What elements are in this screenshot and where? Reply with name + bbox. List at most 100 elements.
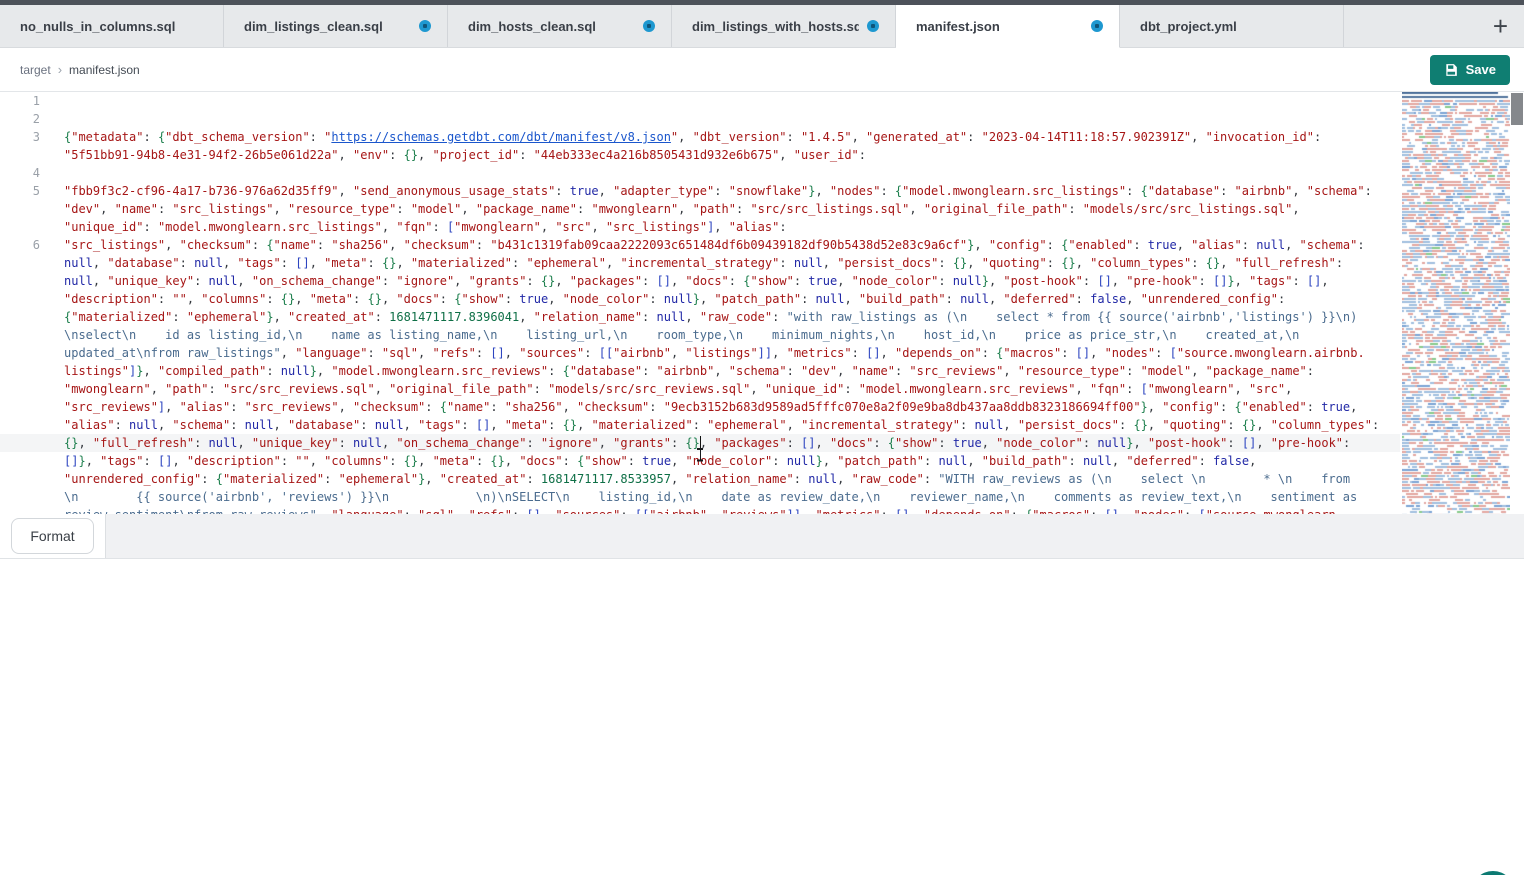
code-line[interactable]: 1 xyxy=(0,92,1400,110)
line-number xyxy=(0,308,40,326)
code-line[interactable]: "src_reviews"], "alias": "src_reviews", … xyxy=(0,398,1400,416)
line-number xyxy=(0,254,40,272)
code-line-text: \n {{ source('airbnb', 'reviews') }}\n \… xyxy=(40,488,1357,506)
unsaved-indicator-icon xyxy=(643,20,655,32)
code-line[interactable]: "unique_id": "model.mwonglearn.src_listi… xyxy=(0,218,1400,236)
line-number xyxy=(0,452,40,470)
code-line[interactable]: []}, "tags": [], "description": "", "col… xyxy=(0,452,1400,470)
code-line[interactable]: 4 xyxy=(0,164,1400,182)
line-number xyxy=(0,218,40,236)
format-cell: Format xyxy=(0,514,106,558)
line-number: 2 xyxy=(0,110,40,128)
code-line[interactable]: "alias": null, "schema": null, "database… xyxy=(0,416,1400,434)
code-line-text: "fbb9f3c2-cf96-4a17-b736-976a62d35ff9", … xyxy=(40,182,1372,200)
code-line[interactable]: {"materialized": "ephemeral"}, "created_… xyxy=(0,308,1400,326)
line-number xyxy=(0,416,40,434)
line-number xyxy=(0,380,40,398)
line-number xyxy=(0,344,40,362)
code-line-text: updated_at\nfrom raw_listings", "languag… xyxy=(40,344,1365,362)
unsaved-indicator-icon xyxy=(1091,20,1103,32)
code-line-text: "alias": null, "schema": null, "database… xyxy=(40,416,1379,434)
line-number xyxy=(0,506,40,514)
format-button[interactable]: Format xyxy=(11,518,93,554)
code-line[interactable]: "dev", "name": "src_listings", "resource… xyxy=(0,200,1400,218)
new-tab-button[interactable]: + xyxy=(1477,5,1524,47)
minimap[interactable] xyxy=(1402,92,1510,514)
code-line[interactable]: "5f51bb91-94b8-4e31-94f2-26b5e061d22a", … xyxy=(0,146,1400,164)
tab-dim_listings_clean-sql[interactable]: dim_listings_clean.sql xyxy=(224,5,448,47)
code-line[interactable]: updated_at\nfrom raw_listings", "languag… xyxy=(0,344,1400,362)
code-line-text: "src_listings", "checksum": {"name": "sh… xyxy=(40,236,1365,254)
line-number xyxy=(0,470,40,488)
code-line[interactable]: 5"fbb9f3c2-cf96-4a17-b736-976a62d35ff9",… xyxy=(0,182,1400,200)
scrollbar-thumb[interactable] xyxy=(1511,93,1523,125)
line-number xyxy=(0,200,40,218)
breadcrumb-folder: target xyxy=(20,63,51,77)
code-line[interactable]: \n {{ source('airbnb', 'reviews') }}\n \… xyxy=(0,488,1400,506)
code-line[interactable]: "unrendered_config": {"materialized": "e… xyxy=(0,470,1400,488)
save-button-label: Save xyxy=(1466,62,1496,77)
save-button[interactable]: Save xyxy=(1430,55,1510,85)
line-number: 1 xyxy=(0,92,40,110)
line-number: 6 xyxy=(0,236,40,254)
line-number: 4 xyxy=(0,164,40,182)
unsaved-indicator-icon xyxy=(867,20,879,32)
results-panel xyxy=(0,559,1524,875)
unsaved-indicator-icon xyxy=(419,20,431,32)
tab-no_nulls_in_columns-sql[interactable]: no_nulls_in_columns.sql xyxy=(0,5,224,47)
code-line-text: "description": "", "columns": {}, "meta"… xyxy=(40,290,1285,308)
code-line[interactable]: "mwonglearn", "path": "src/src_reviews.s… xyxy=(0,380,1400,398)
code-line-text xyxy=(40,164,64,182)
tab-bar: no_nulls_in_columns.sql dim_listings_clea… xyxy=(0,5,1524,48)
line-number xyxy=(0,362,40,380)
code-line-text: {"materialized": "ephemeral"}, "created_… xyxy=(40,308,1357,326)
code-line-text: null, "database": null, "tags": [], "met… xyxy=(40,254,1343,272)
line-number xyxy=(0,290,40,308)
code-line-text: \nselect\n id as listing_id,\n name as l… xyxy=(40,326,1299,344)
tab-dim_hosts_clean-sql[interactable]: dim_hosts_clean.sql xyxy=(448,5,672,47)
help-fab-button[interactable] xyxy=(1471,871,1515,875)
code-line-text: "5f51bb91-94b8-4e31-94f2-26b5e061d22a", … xyxy=(40,146,866,164)
editor-footer-bar: Format xyxy=(0,514,1524,559)
code-line-text: review_sentiment\nfrom raw_reviews", "la… xyxy=(40,506,1343,514)
breadcrumb-file: manifest.json xyxy=(69,63,140,77)
tab-dbt_project-yml[interactable]: dbt_project.yml xyxy=(1120,5,1344,47)
tab-label: dbt_project.yml xyxy=(1140,19,1327,34)
code-line-text xyxy=(40,110,64,128)
tab-label: no_nulls_in_columns.sql xyxy=(20,19,207,34)
breadcrumb: target › manifest.json xyxy=(20,62,140,77)
text-caret xyxy=(700,436,702,451)
tab-bar-filler xyxy=(1344,5,1477,47)
code-line[interactable]: null, "database": null, "tags": [], "met… xyxy=(0,254,1400,272)
code-line-text: "dev", "name": "src_listings", "resource… xyxy=(40,200,1300,218)
tab-label: dim_listings_with_hosts.sql xyxy=(692,19,859,34)
code-line[interactable]: review_sentiment\nfrom raw_reviews", "la… xyxy=(0,506,1400,514)
line-number xyxy=(0,146,40,164)
code-line-text: {"metadata": {"dbt_schema_version": "htt… xyxy=(40,128,1321,146)
code-line[interactable]: 6"src_listings", "checksum": {"name": "s… xyxy=(0,236,1400,254)
file-header-bar: target › manifest.json Save xyxy=(0,48,1524,92)
code-line[interactable]: \nselect\n id as listing_id,\n name as l… xyxy=(0,326,1400,344)
editor-scrollbar[interactable] xyxy=(1510,92,1524,514)
code-line-text: "mwonglearn", "path": "src/src_reviews.s… xyxy=(40,380,1292,398)
code-line-text: "unrendered_config": {"materialized": "e… xyxy=(40,470,1350,488)
code-area[interactable]: 123{"metadata": {"dbt_schema_version": "… xyxy=(0,92,1400,514)
tab-manifest-json[interactable]: manifest.json xyxy=(896,5,1120,48)
tab-label: manifest.json xyxy=(916,19,1083,34)
line-number xyxy=(0,434,40,452)
line-number xyxy=(0,488,40,506)
code-line[interactable]: 3{"metadata": {"dbt_schema_version": "ht… xyxy=(0,128,1400,146)
tab-dim_listings_with_hosts-sql[interactable]: dim_listings_with_hosts.sql xyxy=(672,5,896,47)
code-line-text: null, "unique_key": null, "on_schema_cha… xyxy=(40,272,1329,290)
code-editor[interactable]: 123{"metadata": {"dbt_schema_version": "… xyxy=(0,92,1524,514)
code-line[interactable]: 2 xyxy=(0,110,1400,128)
save-icon xyxy=(1444,63,1458,77)
code-line[interactable]: null, "unique_key": null, "on_schema_cha… xyxy=(0,272,1400,290)
line-number xyxy=(0,326,40,344)
line-number: 5 xyxy=(0,182,40,200)
tab-label: dim_listings_clean.sql xyxy=(244,19,411,34)
line-number xyxy=(0,398,40,416)
tab-label: dim_hosts_clean.sql xyxy=(468,19,635,34)
code-line[interactable]: listings"]}, "compiled_path": null}, "mo… xyxy=(0,362,1400,380)
code-line[interactable]: "description": "", "columns": {}, "meta"… xyxy=(0,290,1400,308)
